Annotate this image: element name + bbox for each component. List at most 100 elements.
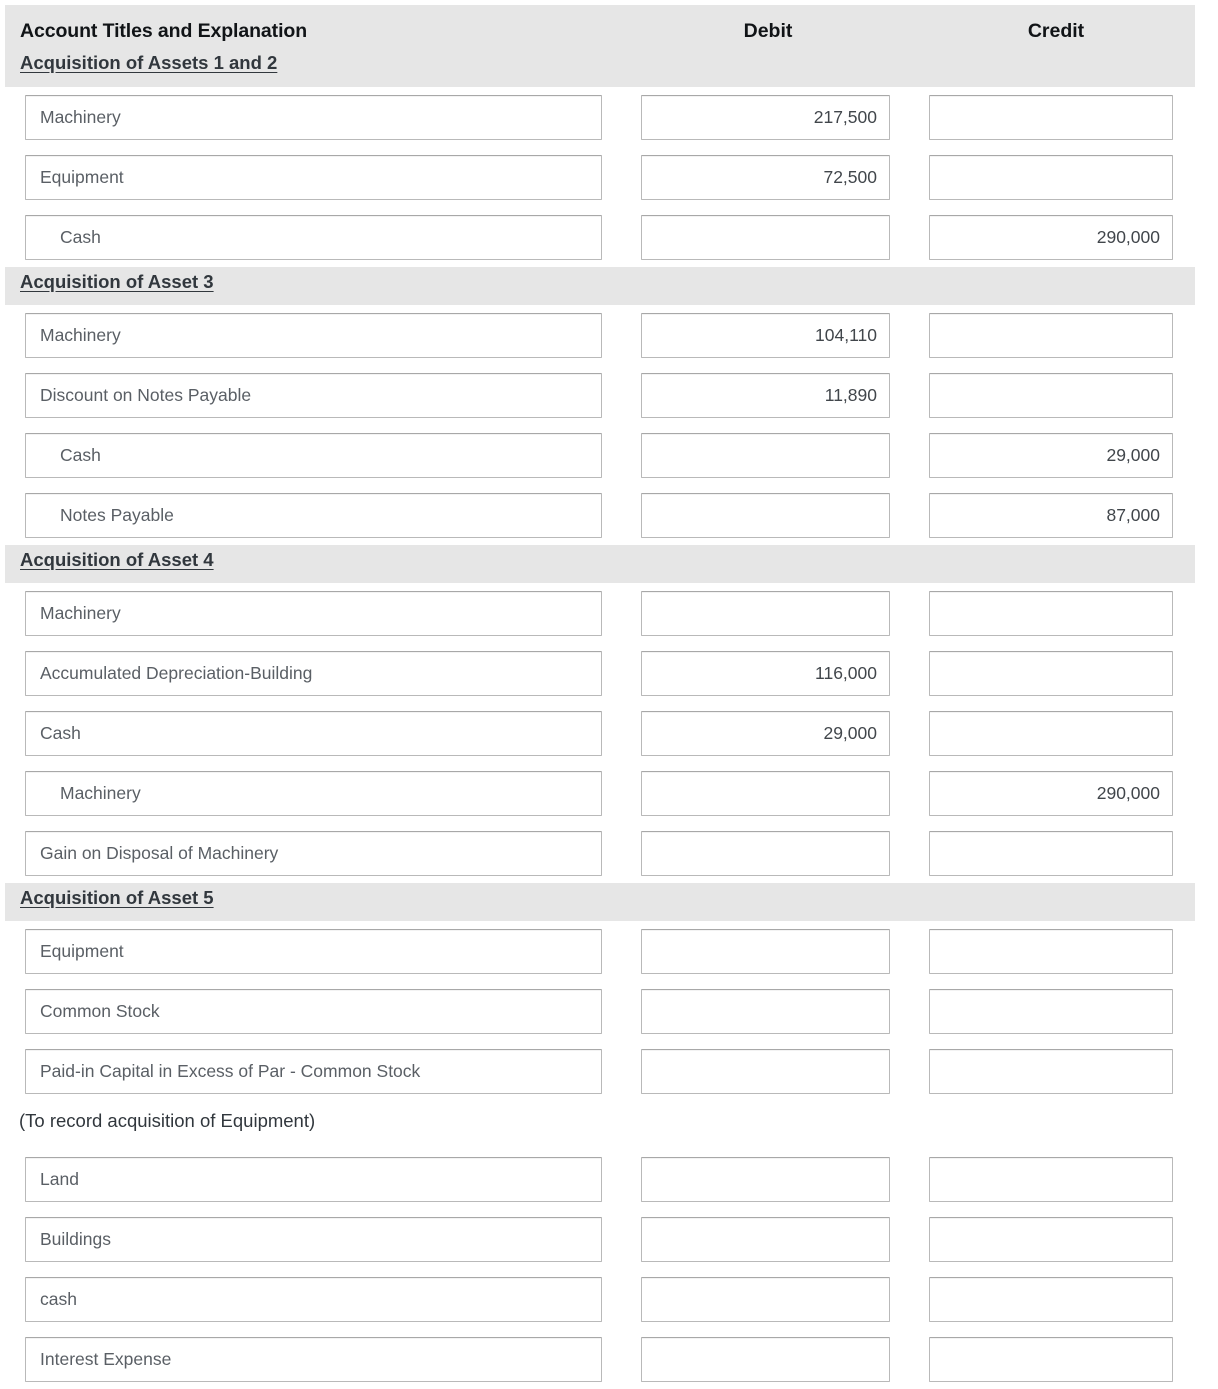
table-row: Gain on Disposal of Machinery [0, 823, 1218, 883]
credit-input[interactable] [929, 373, 1173, 418]
account-input[interactable]: Cash [25, 215, 602, 260]
debit-input[interactable] [641, 1157, 890, 1202]
debit-input[interactable] [641, 1277, 890, 1322]
credit-input[interactable] [929, 831, 1173, 876]
credit-input[interactable]: 87,000 [929, 493, 1173, 538]
credit-input[interactable] [929, 929, 1173, 974]
account-value: Land [40, 1169, 79, 1189]
account-value: Machinery [60, 783, 141, 803]
account-value: Accumulated Depreciation-Building [40, 663, 313, 683]
table-row: Machinery 290,000 [0, 763, 1218, 823]
account-value: Notes Payable [60, 505, 174, 525]
credit-input[interactable]: 290,000 [929, 215, 1173, 260]
debit-value: 72,500 [823, 167, 877, 187]
account-value: Common Stock [40, 1001, 160, 1021]
debit-value: 116,000 [815, 663, 877, 683]
table-row: Cash 290,000 [0, 207, 1218, 267]
account-input[interactable]: Machinery [25, 95, 602, 140]
debit-input[interactable] [641, 929, 890, 974]
account-input[interactable]: Machinery [25, 771, 602, 816]
credit-input[interactable] [929, 1049, 1173, 1094]
credit-input[interactable] [929, 591, 1173, 636]
account-input[interactable]: Buildings [25, 1217, 602, 1262]
account-input[interactable]: Equipment [25, 155, 602, 200]
credit-input[interactable] [929, 711, 1173, 756]
table-row: Common Stock [0, 981, 1218, 1041]
account-value: Gain on Disposal of Machinery [40, 843, 279, 863]
table-row: Equipment [0, 921, 1218, 981]
debit-input[interactable]: 104,110 [641, 313, 890, 358]
debit-input[interactable] [641, 493, 890, 538]
debit-input[interactable] [641, 215, 890, 260]
account-value: Machinery [40, 603, 121, 623]
account-input[interactable]: Accumulated Depreciation-Building [25, 651, 602, 696]
account-input[interactable]: cash [25, 1277, 602, 1322]
account-input[interactable]: Equipment [25, 929, 602, 974]
credit-input[interactable]: 29,000 [929, 433, 1173, 478]
section-header-asset-3: Acquisition of Asset 3 [5, 267, 1195, 305]
memo-text: (To record acquisition of Equipment) [19, 1110, 316, 1131]
account-input[interactable]: Notes Payable [25, 493, 602, 538]
account-value: Machinery [40, 107, 121, 127]
credit-input[interactable] [929, 651, 1173, 696]
debit-input[interactable] [641, 591, 890, 636]
journal-entry-sheet: Account Titles and Explanation Debit Cre… [0, 0, 1218, 1389]
credit-input[interactable] [929, 1217, 1173, 1262]
credit-input[interactable] [929, 313, 1173, 358]
debit-input[interactable] [641, 989, 890, 1034]
debit-input[interactable] [641, 1337, 890, 1382]
table-row: Machinery [0, 583, 1218, 643]
debit-input[interactable] [641, 831, 890, 876]
account-input[interactable]: Common Stock [25, 989, 602, 1034]
debit-input[interactable]: 217,500 [641, 95, 890, 140]
credit-input[interactable] [929, 989, 1173, 1034]
credit-input[interactable] [929, 1157, 1173, 1202]
account-value: Buildings [40, 1229, 112, 1249]
debit-input[interactable] [641, 433, 890, 478]
account-input[interactable]: Discount on Notes Payable [25, 373, 602, 418]
credit-input[interactable] [929, 1337, 1173, 1382]
account-input[interactable]: Cash [25, 711, 602, 756]
table-row: Cash 29,000 [0, 425, 1218, 485]
debit-input[interactable]: 29,000 [641, 711, 890, 756]
table-row: Land [0, 1149, 1218, 1209]
section-title-asset-3: Acquisition of Asset 3 [20, 271, 214, 292]
credit-value: 290,000 [1096, 783, 1160, 803]
table-row: Interest Expense [0, 1329, 1218, 1389]
account-value: Paid-in Capital in Excess of Par - Commo… [40, 1061, 421, 1081]
credit-input[interactable]: 290,000 [929, 771, 1173, 816]
account-value: cash [40, 1289, 77, 1309]
table-row: Accumulated Depreciation-Building 116,00… [0, 643, 1218, 703]
memo-row: (To record acquisition of Equipment) [0, 1101, 1218, 1149]
credit-input[interactable] [929, 95, 1173, 140]
account-value: Machinery [40, 325, 121, 345]
account-input[interactable]: Machinery [25, 591, 602, 636]
debit-input[interactable]: 11,890 [641, 373, 890, 418]
account-input[interactable]: Cash [25, 433, 602, 478]
account-input[interactable]: Paid-in Capital in Excess of Par - Commo… [25, 1049, 602, 1094]
debit-value: 104,110 [815, 325, 877, 345]
debit-input[interactable] [641, 771, 890, 816]
credit-value: 29,000 [1106, 445, 1160, 465]
column-header-account: Account Titles and Explanation [20, 20, 308, 42]
debit-input[interactable]: 72,500 [641, 155, 890, 200]
account-value: Cash [60, 445, 101, 465]
credit-value: 87,000 [1106, 505, 1160, 525]
column-header-credit: Credit [1027, 20, 1085, 42]
debit-input[interactable]: 116,000 [641, 651, 890, 696]
credit-input[interactable] [929, 1277, 1173, 1322]
table-row: Machinery 217,500 [0, 87, 1218, 147]
section-header-asset-4: Acquisition of Asset 4 [5, 545, 1195, 583]
debit-value: 217,500 [813, 107, 877, 127]
account-input[interactable]: Gain on Disposal of Machinery [25, 831, 602, 876]
account-input[interactable]: Machinery [25, 313, 602, 358]
credit-input[interactable] [929, 155, 1173, 200]
account-input[interactable]: Land [25, 1157, 602, 1202]
section-title-asset-4: Acquisition of Asset 4 [20, 549, 214, 570]
debit-input[interactable] [641, 1049, 890, 1094]
account-input[interactable]: Interest Expense [25, 1337, 602, 1382]
table-header: Account Titles and Explanation Debit Cre… [5, 5, 1195, 87]
table-row: Equipment 72,500 [0, 147, 1218, 207]
debit-input[interactable] [641, 1217, 890, 1262]
table-row: Notes Payable 87,000 [0, 485, 1218, 545]
